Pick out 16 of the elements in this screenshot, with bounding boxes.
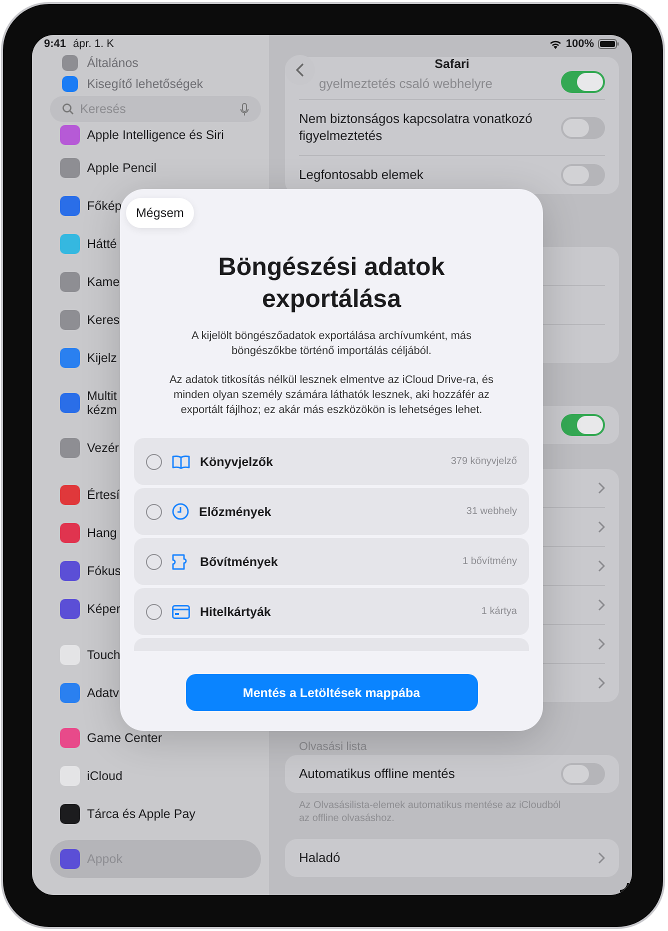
item-count: 31 webhely	[466, 506, 517, 517]
battery-percent: 100%	[566, 38, 594, 50]
item-count: 1 bővítmény	[462, 556, 517, 567]
item-count: 1 kártya	[481, 606, 517, 617]
description-text: Az adatok titkosítás nélkül lesznek elmentve az iCloud Drive-ra, és minden olyan személy számára láthatók lesznek, aki hozzáfér az exportált fájlhoz; ez akár más eszközökön is lehetséges lehet.	[168, 373, 495, 418]
row-label: Automatikus offline mentés	[299, 766, 455, 782]
status-date: ápr. 1. K	[73, 38, 114, 50]
row-label: Legfontosabb elemek	[299, 166, 424, 184]
item-count: 379 könyvjelző	[450, 456, 517, 467]
status-time: 9:41	[44, 38, 66, 50]
sheet-title: Böngészési adatok exportálása	[217, 252, 446, 315]
description-text: A kijelölt böngészőadatok exportálása archívumként, más böngészőkbe történő importálás céljából.	[190, 329, 473, 359]
row-label: Haladó	[299, 850, 340, 866]
row-label: Nem biztonságos kapcsolatra vonatkozó figyelmeztetés	[299, 110, 534, 144]
page-title: Safari	[434, 57, 470, 71]
row-label: gyelmeztetés csaló webhelyre	[318, 76, 492, 93]
